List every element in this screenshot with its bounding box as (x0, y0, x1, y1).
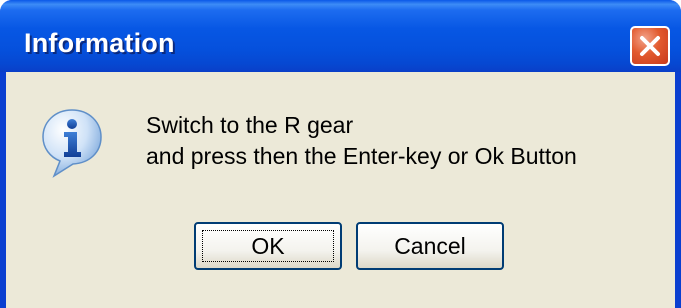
title-bar[interactable]: Information (0, 0, 681, 72)
dialog-title: Information (24, 28, 175, 58)
information-dialog: Information Switch to the R gear and pre… (0, 0, 681, 308)
message-line-1: Switch to the R gear (146, 112, 354, 138)
close-button[interactable] (630, 26, 670, 66)
focus-ring (202, 230, 334, 262)
message-line-2: and press then the Enter-key or Ok Butto… (146, 143, 577, 169)
ok-button[interactable]: OK (194, 222, 342, 270)
cancel-button-label: Cancel (394, 232, 466, 259)
information-icon (42, 109, 102, 178)
message-text: Switch to the R gear and press then the … (146, 110, 577, 172)
cancel-button[interactable]: Cancel (356, 222, 504, 270)
close-icon (640, 36, 660, 56)
dialog-body: Switch to the R gear and press then the … (6, 72, 675, 308)
